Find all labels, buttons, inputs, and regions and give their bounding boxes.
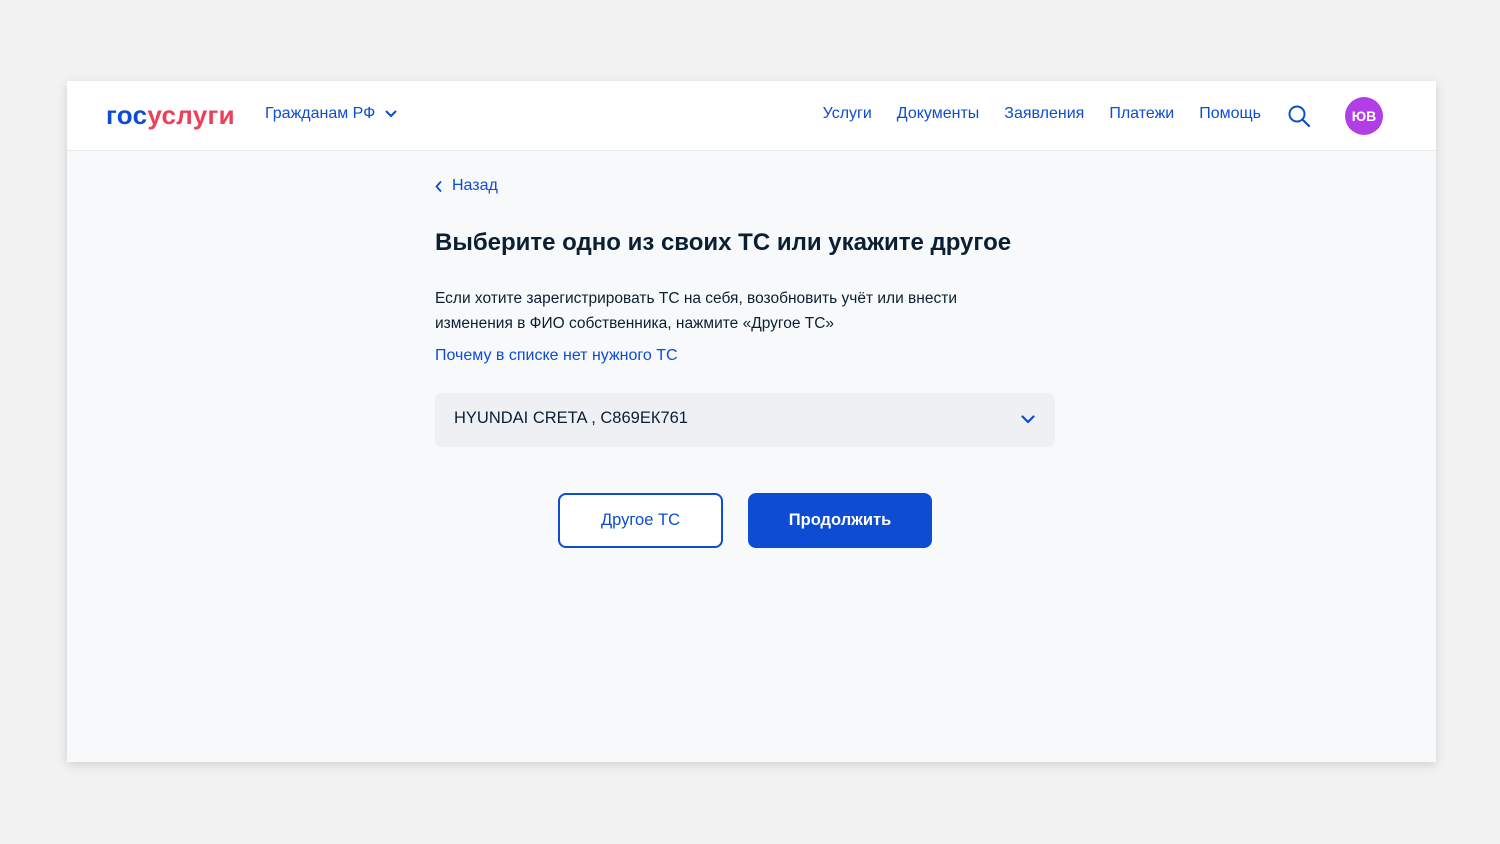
main-content: Назад Выберите одно из своих ТС или укаж… bbox=[435, 176, 1055, 447]
back-label: Назад bbox=[452, 177, 498, 194]
site-header: госуслуги Гражданам РФ Услуги Документы … bbox=[67, 81, 1436, 151]
nav-applications[interactable]: Заявления bbox=[1004, 105, 1084, 123]
continue-button[interactable]: Продолжить bbox=[748, 493, 932, 548]
search-icon bbox=[1288, 105, 1311, 128]
chevron-down-icon bbox=[1021, 415, 1035, 424]
vehicle-select[interactable]: HYUNDAI CRETA , С869ЕК761 bbox=[435, 393, 1055, 447]
nav-documents[interactable]: Документы bbox=[897, 105, 979, 123]
nav-services[interactable]: Услуги bbox=[823, 105, 872, 123]
user-avatar[interactable]: ЮВ bbox=[1345, 97, 1383, 135]
description-text: Если хотите зарегистрировать ТС на себя,… bbox=[435, 290, 957, 332]
chevron-down-icon bbox=[385, 110, 397, 117]
other-vehicle-button[interactable]: Другое ТС bbox=[558, 493, 723, 548]
nav-help[interactable]: Помощь bbox=[1199, 105, 1261, 123]
nav-payments[interactable]: Платежи bbox=[1109, 105, 1174, 123]
chevron-left-icon bbox=[435, 180, 442, 192]
main-nav: Услуги Документы Заявления Платежи Помощ… bbox=[823, 105, 1261, 123]
action-buttons: Другое ТС Продолжить bbox=[558, 493, 932, 548]
back-link[interactable]: Назад bbox=[435, 176, 1055, 196]
why-not-in-list-link[interactable]: Почему в списке нет нужного ТС bbox=[435, 345, 678, 367]
region-selector[interactable]: Гражданам РФ bbox=[265, 105, 397, 123]
avatar-initials: ЮВ bbox=[1351, 108, 1377, 124]
region-label: Гражданам РФ bbox=[265, 105, 376, 122]
logo-part-gos: гос bbox=[106, 100, 148, 130]
page-title: Выберите одно из своих ТС или укажите др… bbox=[435, 229, 1012, 256]
gosuslugi-logo[interactable]: госуслуги bbox=[106, 98, 235, 132]
vehicle-select-value: HYUNDAI CRETA , С869ЕК761 bbox=[454, 409, 688, 427]
search-button[interactable] bbox=[1287, 104, 1311, 128]
browser-window: госуслуги Гражданам РФ Услуги Документы … bbox=[67, 81, 1436, 762]
logo-part-uslugi: услуги bbox=[147, 100, 235, 130]
